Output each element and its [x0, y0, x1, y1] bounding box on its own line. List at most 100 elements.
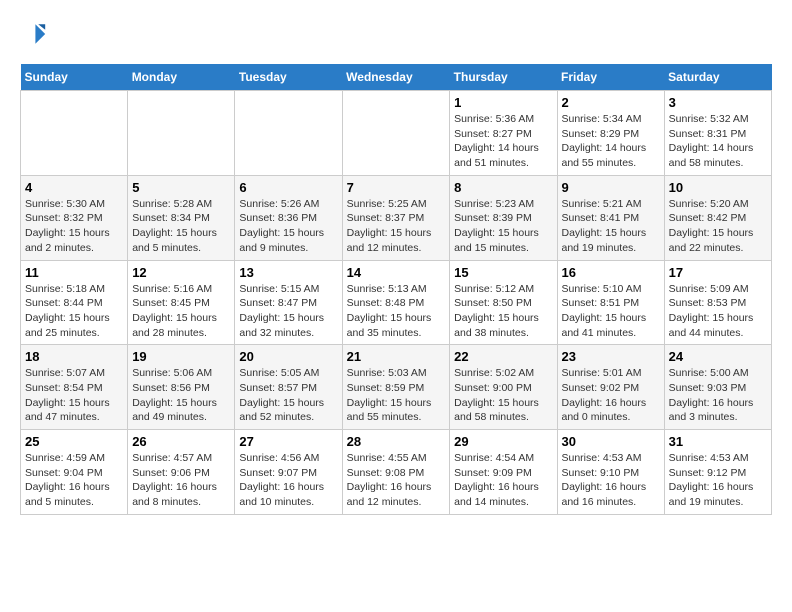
- week-row-2: 4 Sunrise: 5:30 AM Sunset: 8:32 PM Daylig…: [21, 175, 772, 260]
- day-number: 31: [669, 434, 767, 449]
- day-number: 10: [669, 180, 767, 195]
- day-info: Sunrise: 5:18 AM Sunset: 8:44 PM Dayligh…: [25, 282, 123, 341]
- day-info: Sunrise: 4:59 AM Sunset: 9:04 PM Dayligh…: [25, 451, 123, 510]
- week-row-4: 18 Sunrise: 5:07 AM Sunset: 8:54 PM Dayli…: [21, 345, 772, 430]
- day-number: 13: [239, 265, 337, 280]
- day-number: 20: [239, 349, 337, 364]
- day-cell: 13 Sunrise: 5:15 AM Sunset: 8:47 PM Dayli…: [235, 260, 342, 345]
- day-number: 21: [347, 349, 446, 364]
- day-info: Sunrise: 4:55 AM Sunset: 9:08 PM Dayligh…: [347, 451, 446, 510]
- day-number: 6: [239, 180, 337, 195]
- day-number: 19: [132, 349, 230, 364]
- day-cell: 22Sunrise: 5:02 AM Sunset: 9:00 PM Dayli…: [450, 345, 557, 430]
- day-cell: [21, 91, 128, 176]
- day-info: Sunrise: 5:30 AM Sunset: 8:32 PM Dayligh…: [25, 197, 123, 256]
- day-cell: 28 Sunrise: 4:55 AM Sunset: 9:08 PM Dayli…: [342, 430, 450, 515]
- day-info: Sunrise: 5:36 AM Sunset: 8:27 PM Dayligh…: [454, 112, 552, 171]
- day-info: Sunrise: 5:28 AM Sunset: 8:34 PM Dayligh…: [132, 197, 230, 256]
- day-cell: 2Sunrise: 5:34 AM Sunset: 8:29 PM Daylig…: [557, 91, 664, 176]
- day-number: 24: [669, 349, 767, 364]
- day-cell: 16 Sunrise: 5:10 AM Sunset: 8:51 PM Dayli…: [557, 260, 664, 345]
- day-number: 27: [239, 434, 337, 449]
- day-info: Sunrise: 5:23 AM Sunset: 8:39 PM Dayligh…: [454, 197, 552, 256]
- day-info: Sunrise: 5:26 AM Sunset: 8:36 PM Dayligh…: [239, 197, 337, 256]
- day-cell: 27 Sunrise: 4:56 AM Sunset: 9:07 PM Dayli…: [235, 430, 342, 515]
- day-info: Sunrise: 5:00 AM Sunset: 9:03 PM Dayligh…: [669, 366, 767, 425]
- day-cell: 7 Sunrise: 5:25 AM Sunset: 8:37 PM Daylig…: [342, 175, 450, 260]
- col-header-wednesday: Wednesday: [342, 64, 450, 91]
- day-cell: 8Sunrise: 5:23 AM Sunset: 8:39 PM Daylig…: [450, 175, 557, 260]
- day-cell: 4 Sunrise: 5:30 AM Sunset: 8:32 PM Daylig…: [21, 175, 128, 260]
- col-header-tuesday: Tuesday: [235, 64, 342, 91]
- day-cell: 5Sunrise: 5:28 AM Sunset: 8:34 PM Daylig…: [128, 175, 235, 260]
- week-row-1: 1 Sunrise: 5:36 AM Sunset: 8:27 PM Daylig…: [21, 91, 772, 176]
- day-number: 4: [25, 180, 123, 195]
- day-cell: 24 Sunrise: 5:00 AM Sunset: 9:03 PM Dayli…: [664, 345, 771, 430]
- day-cell: 23 Sunrise: 5:01 AM Sunset: 9:02 PM Dayli…: [557, 345, 664, 430]
- day-info: Sunrise: 5:16 AM Sunset: 8:45 PM Dayligh…: [132, 282, 230, 341]
- day-number: 28: [347, 434, 446, 449]
- day-info: Sunrise: 5:25 AM Sunset: 8:37 PM Dayligh…: [347, 197, 446, 256]
- day-cell: 19 Sunrise: 5:06 AM Sunset: 8:56 PM Dayli…: [128, 345, 235, 430]
- col-header-thursday: Thursday: [450, 64, 557, 91]
- day-info: Sunrise: 4:56 AM Sunset: 9:07 PM Dayligh…: [239, 451, 337, 510]
- day-number: 16: [562, 265, 660, 280]
- page-header: [20, 20, 772, 48]
- day-info: Sunrise: 5:03 AM Sunset: 8:59 PM Dayligh…: [347, 366, 446, 425]
- day-cell: 10 Sunrise: 5:20 AM Sunset: 8:42 PM Dayli…: [664, 175, 771, 260]
- col-header-monday: Monday: [128, 64, 235, 91]
- day-number: 7: [347, 180, 446, 195]
- day-cell: 3Sunrise: 5:32 AM Sunset: 8:31 PM Daylig…: [664, 91, 771, 176]
- col-header-saturday: Saturday: [664, 64, 771, 91]
- day-cell: 17 Sunrise: 5:09 AM Sunset: 8:53 PM Dayli…: [664, 260, 771, 345]
- logo-icon: [20, 20, 48, 48]
- week-row-5: 25Sunrise: 4:59 AM Sunset: 9:04 PM Dayli…: [21, 430, 772, 515]
- day-cell: 6 Sunrise: 5:26 AM Sunset: 8:36 PM Daylig…: [235, 175, 342, 260]
- day-info: Sunrise: 4:57 AM Sunset: 9:06 PM Dayligh…: [132, 451, 230, 510]
- day-number: 22: [454, 349, 552, 364]
- day-cell: 25Sunrise: 4:59 AM Sunset: 9:04 PM Dayli…: [21, 430, 128, 515]
- day-number: 11: [25, 265, 123, 280]
- day-number: 18: [25, 349, 123, 364]
- day-number: 17: [669, 265, 767, 280]
- day-info: Sunrise: 5:12 AM Sunset: 8:50 PM Dayligh…: [454, 282, 552, 341]
- day-number: 2: [562, 95, 660, 110]
- day-cell: 29Sunrise: 4:54 AM Sunset: 9:09 PM Dayli…: [450, 430, 557, 515]
- day-cell: 9 Sunrise: 5:21 AM Sunset: 8:41 PM Daylig…: [557, 175, 664, 260]
- day-info: Sunrise: 5:15 AM Sunset: 8:47 PM Dayligh…: [239, 282, 337, 341]
- day-cell: 21 Sunrise: 5:03 AM Sunset: 8:59 PM Dayli…: [342, 345, 450, 430]
- day-cell: 30Sunrise: 4:53 AM Sunset: 9:10 PM Dayli…: [557, 430, 664, 515]
- day-number: 26: [132, 434, 230, 449]
- col-header-sunday: Sunday: [21, 64, 128, 91]
- day-number: 30: [562, 434, 660, 449]
- day-cell: 26 Sunrise: 4:57 AM Sunset: 9:06 PM Dayli…: [128, 430, 235, 515]
- day-info: Sunrise: 5:13 AM Sunset: 8:48 PM Dayligh…: [347, 282, 446, 341]
- col-header-friday: Friday: [557, 64, 664, 91]
- day-info: Sunrise: 5:20 AM Sunset: 8:42 PM Dayligh…: [669, 197, 767, 256]
- day-info: Sunrise: 5:01 AM Sunset: 9:02 PM Dayligh…: [562, 366, 660, 425]
- day-number: 9: [562, 180, 660, 195]
- day-info: Sunrise: 5:10 AM Sunset: 8:51 PM Dayligh…: [562, 282, 660, 341]
- day-cell: 20 Sunrise: 5:05 AM Sunset: 8:57 PM Dayli…: [235, 345, 342, 430]
- day-cell: [235, 91, 342, 176]
- day-info: Sunrise: 5:05 AM Sunset: 8:57 PM Dayligh…: [239, 366, 337, 425]
- day-cell: 11 Sunrise: 5:18 AM Sunset: 8:44 PM Dayli…: [21, 260, 128, 345]
- day-info: Sunrise: 5:32 AM Sunset: 8:31 PM Dayligh…: [669, 112, 767, 171]
- day-number: 23: [562, 349, 660, 364]
- day-info: Sunrise: 4:54 AM Sunset: 9:09 PM Dayligh…: [454, 451, 552, 510]
- day-number: 15: [454, 265, 552, 280]
- day-info: Sunrise: 5:21 AM Sunset: 8:41 PM Dayligh…: [562, 197, 660, 256]
- day-cell: 1 Sunrise: 5:36 AM Sunset: 8:27 PM Daylig…: [450, 91, 557, 176]
- day-info: Sunrise: 5:07 AM Sunset: 8:54 PM Dayligh…: [25, 366, 123, 425]
- day-number: 1: [454, 95, 552, 110]
- calendar-header-row: SundayMondayTuesdayWednesdayThursdayFrid…: [21, 64, 772, 91]
- day-cell: 18 Sunrise: 5:07 AM Sunset: 8:54 PM Dayli…: [21, 345, 128, 430]
- calendar-table: SundayMondayTuesdayWednesdayThursdayFrid…: [20, 64, 772, 515]
- day-number: 12: [132, 265, 230, 280]
- day-number: 14: [347, 265, 446, 280]
- day-info: Sunrise: 5:06 AM Sunset: 8:56 PM Dayligh…: [132, 366, 230, 425]
- day-cell: 14 Sunrise: 5:13 AM Sunset: 8:48 PM Dayli…: [342, 260, 450, 345]
- day-cell: [342, 91, 450, 176]
- day-info: Sunrise: 5:09 AM Sunset: 8:53 PM Dayligh…: [669, 282, 767, 341]
- day-cell: 15 Sunrise: 5:12 AM Sunset: 8:50 PM Dayli…: [450, 260, 557, 345]
